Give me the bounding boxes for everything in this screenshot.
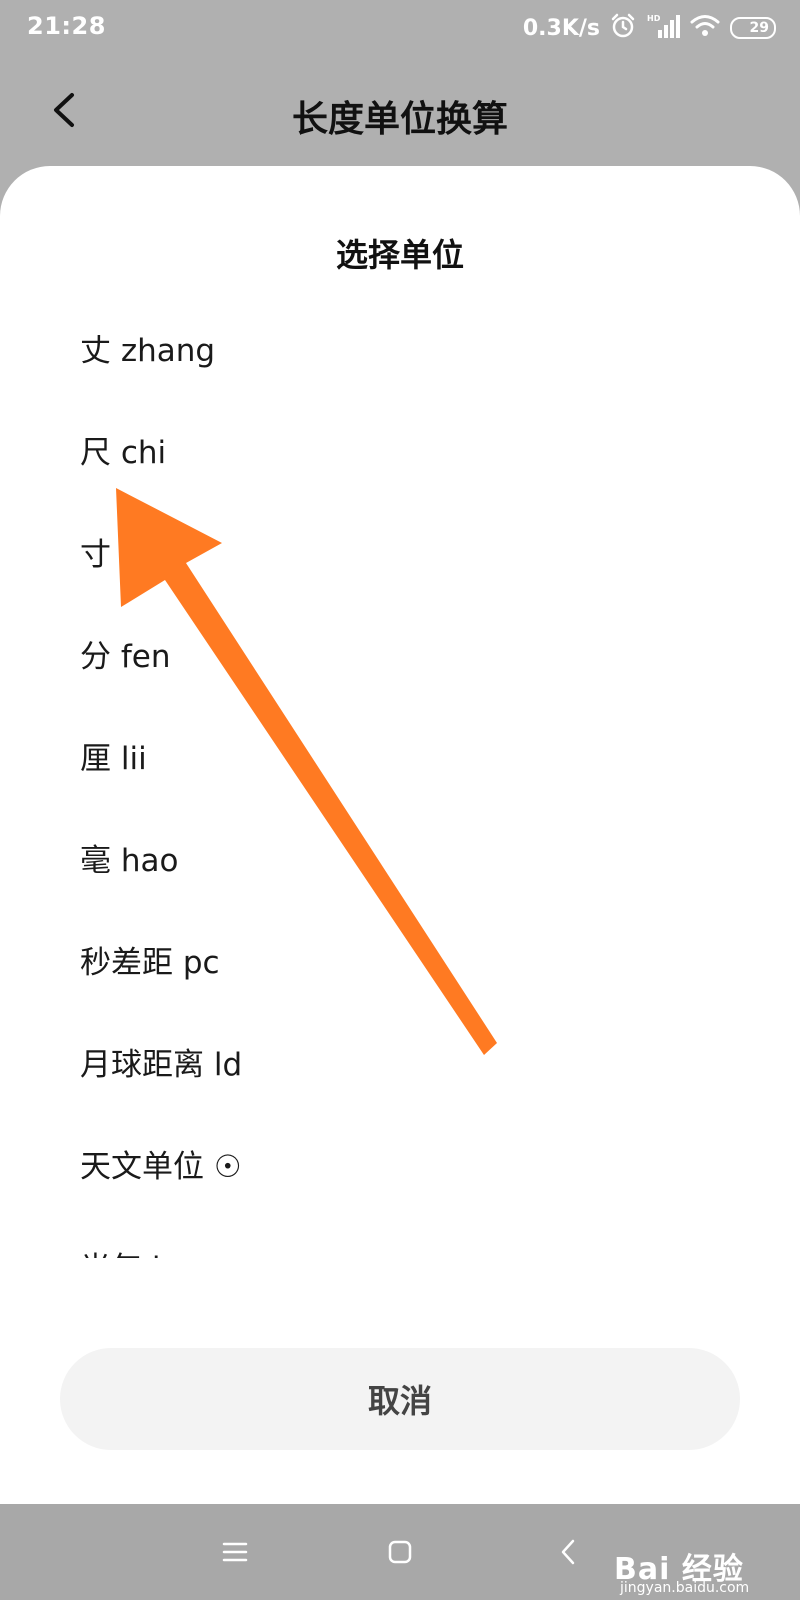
sheet-title: 选择单位 — [335, 236, 464, 274]
watermark-url: jingyan.baidu.com — [620, 1580, 750, 1596]
title-bar: 长度单位换算 — [0, 60, 800, 170]
unit-item-cun[interactable]: 寸 — [0, 500, 800, 602]
unit-item-chi[interactable]: 尺 chi — [0, 398, 800, 500]
home-button[interactable] — [376, 1528, 424, 1576]
unit-item-lunar-distance[interactable]: 月球距离 ld — [0, 1010, 800, 1112]
unit-item-hao[interactable]: 毫 hao — [0, 806, 800, 908]
unit-picker-sheet: 选择单位 丈 zhang 尺 chi 寸 分 fen 厘 lii 毫 hao 秒… — [0, 166, 800, 1504]
unit-item-fen[interactable]: 分 fen — [0, 602, 800, 704]
baidu-watermark: Bai 经验 jingyan.baidu.com — [614, 1544, 784, 1598]
back-chevron-icon — [561, 1539, 575, 1565]
hd-signal-icon: HD — [646, 12, 680, 44]
status-bar: 21:28 0.3K/s HD 29 — [0, 0, 800, 56]
unit-item-parsec[interactable]: 秒差距 pc — [0, 908, 800, 1010]
status-icons: 0.3K/s HD 29 — [523, 10, 776, 46]
battery-icon: 29 — [730, 17, 776, 39]
battery-level: 29 — [749, 20, 770, 36]
unit-item-light-year[interactable]: 光年 ly — [0, 1214, 800, 1259]
unit-item-lii[interactable]: 厘 lii — [0, 704, 800, 806]
page-title: 长度单位换算 — [291, 99, 508, 140]
unit-item-astronomical-unit[interactable]: 天文单位 ☉ — [0, 1112, 800, 1214]
status-time: 21:28 — [27, 12, 106, 40]
menu-button[interactable] — [211, 1528, 259, 1576]
wifi-icon — [690, 14, 720, 42]
cancel-button[interactable]: 取消 — [60, 1348, 740, 1450]
alarm-icon — [610, 13, 636, 43]
svg-text:HD: HD — [647, 14, 661, 23]
home-square-icon — [388, 1540, 412, 1564]
unit-list[interactable]: 丈 zhang 尺 chi 寸 分 fen 厘 lii 毫 hao 秒差距 pc… — [0, 296, 800, 1259]
net-speed: 0.3K/s — [522, 15, 600, 41]
unit-item-zhang[interactable]: 丈 zhang — [0, 296, 800, 398]
nav-back-button[interactable] — [544, 1528, 592, 1576]
menu-icon — [222, 1542, 248, 1562]
